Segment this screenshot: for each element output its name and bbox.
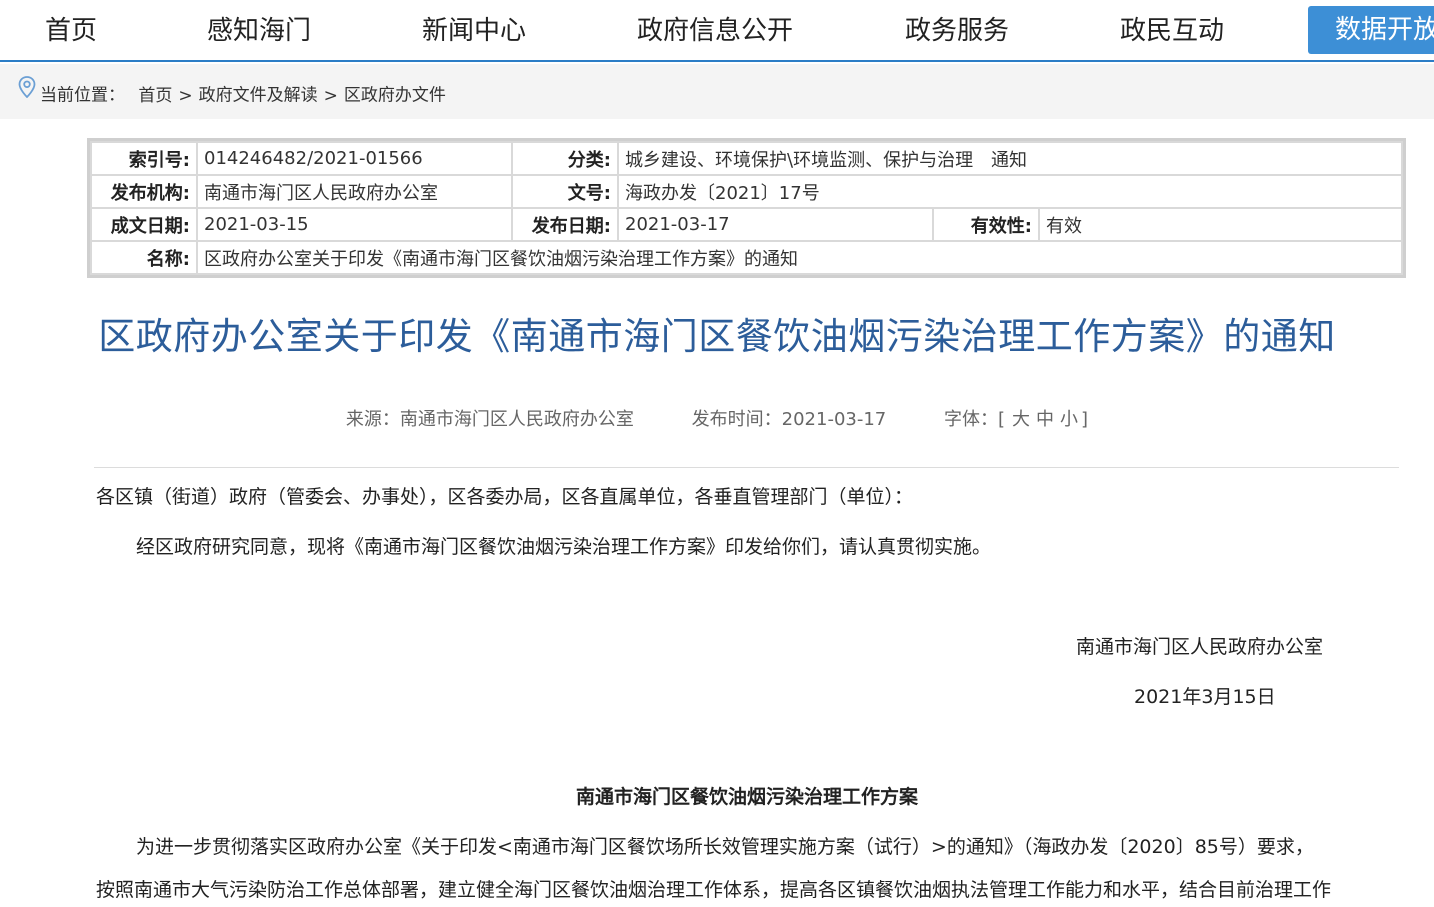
category-value: 城乡建设、环境保护\环境监测、保护与治理 通知 <box>617 141 1403 176</box>
article-title: 区政府办公室关于印发《南通市海门区餐饮油烟污染治理工作方案》的通知 <box>98 315 1336 358</box>
breadcrumb-separator: > <box>178 85 193 106</box>
signature-date: 2021年3月15日 <box>1134 686 1276 708</box>
table-row: 发布机构: 南通市海门区人民政府办公室 文号: 海政办发〔2021〕17号 <box>90 174 1403 209</box>
nav-interaction[interactable]: 政民互动 <box>1120 0 1224 62</box>
breadcrumb-district-docs[interactable]: 区政府办文件 <box>344 86 446 106</box>
plan-paragraph-1: 为进一步贯彻落实区政府办公室《关于印发<南通市海门区餐饮场所长效管理实施方案（试… <box>136 836 1314 858</box>
divider <box>94 467 1399 468</box>
breadcrumb: 当前位置： 首页 > 政府文件及解读 > 区政府办文件 <box>18 64 446 119</box>
font-small-button[interactable]: 小 <box>1060 409 1078 430</box>
plan-paragraph-2: 按照南通市大气污染防治工作总体部署，建立健全海门区餐饮油烟治理工作体系，提高各区… <box>96 879 1332 901</box>
published-date-label: 发布日期: <box>511 207 619 242</box>
table-row: 索引号: 014246482/2021-01566 分类: 城乡建设、环境保护\… <box>90 141 1403 176</box>
validity-value: 有效 <box>1038 207 1403 242</box>
nav-gov-info[interactable]: 政府信息公开 <box>637 0 793 62</box>
created-date-value: 2021-03-15 <box>196 207 513 242</box>
docno-value: 海政办发〔2021〕17号 <box>617 174 1403 209</box>
nav-perceive-haimen[interactable]: 感知海门 <box>207 0 311 62</box>
font-medium-button[interactable]: 中 <box>1036 409 1054 430</box>
breadcrumb-home[interactable]: 首页 <box>138 86 172 106</box>
font-size-label: 字体：[ <box>944 409 1006 430</box>
index-value: 014246482/2021-01566 <box>196 141 513 176</box>
font-size-control: 字体：[ 大中小] <box>944 409 1088 430</box>
breadcrumb-prefix: 当前位置： <box>40 85 125 106</box>
category-label: 分类: <box>511 141 619 176</box>
published-date-value: 2021-03-17 <box>617 207 934 242</box>
article-pubtime: 发布时间：2021-03-17 <box>691 409 887 430</box>
nav-news-center[interactable]: 新闻中心 <box>422 0 526 62</box>
table-row: 成文日期: 2021-03-15 发布日期: 2021-03-17 有效性: 有… <box>90 207 1403 242</box>
article-meta: 来源：南通市海门区人民政府办公室 发布时间：2021-03-17 字体：[ 大中小… <box>0 405 1434 431</box>
docno-label: 文号: <box>511 174 619 209</box>
plan-title: 南通市海门区餐饮油烟污染治理工作方案 <box>575 786 918 808</box>
article-source: 来源：南通市海门区人民政府办公室 <box>345 409 634 430</box>
signature: 南通市海门区人民政府办公室 <box>1076 636 1324 658</box>
table-row: 名称: 区政府办公室关于印发《南通市海门区餐饮油烟污染治理工作方案》的通知 <box>90 240 1403 275</box>
breadcrumb-gov-docs[interactable]: 政府文件及解读 <box>199 86 318 106</box>
breadcrumb-separator: > <box>323 85 338 106</box>
name-value: 区政府办公室关于印发《南通市海门区餐饮油烟污染治理工作方案》的通知 <box>196 240 1403 275</box>
location-pin-icon <box>18 62 36 125</box>
nav-gov-services[interactable]: 政务服务 <box>905 0 1009 62</box>
validity-label: 有效性: <box>932 207 1040 242</box>
body-paragraph: 经区政府研究同意，现将《南通市海门区餐饮油烟污染治理工作方案》印发给你们，请认真… <box>136 536 992 558</box>
font-large-button[interactable]: 大 <box>1012 409 1030 430</box>
document-info-table: 索引号: 014246482/2021-01566 分类: 城乡建设、环境保护\… <box>87 138 1406 278</box>
name-label: 名称: <box>90 240 198 275</box>
salutation: 各区镇（街道）政府（管委会、办事处），区各委办局，区各直属单位，各垂直管理部门（… <box>96 486 914 508</box>
index-label: 索引号: <box>90 141 198 176</box>
nav-home[interactable]: 首页 <box>45 0 97 62</box>
breadcrumb-bar: 当前位置： 首页 > 政府文件及解读 > 区政府办文件 <box>0 64 1434 119</box>
top-nav: 首页 感知海门 新闻中心 政府信息公开 政务服务 政民互动 数据开放 <box>0 0 1434 62</box>
font-size-end: ] <box>1081 409 1089 430</box>
nav-open-data[interactable]: 数据开放 <box>1308 6 1434 54</box>
created-date-label: 成文日期: <box>90 207 198 242</box>
publisher-value: 南通市海门区人民政府办公室 <box>196 174 513 209</box>
publisher-label: 发布机构: <box>90 174 198 209</box>
